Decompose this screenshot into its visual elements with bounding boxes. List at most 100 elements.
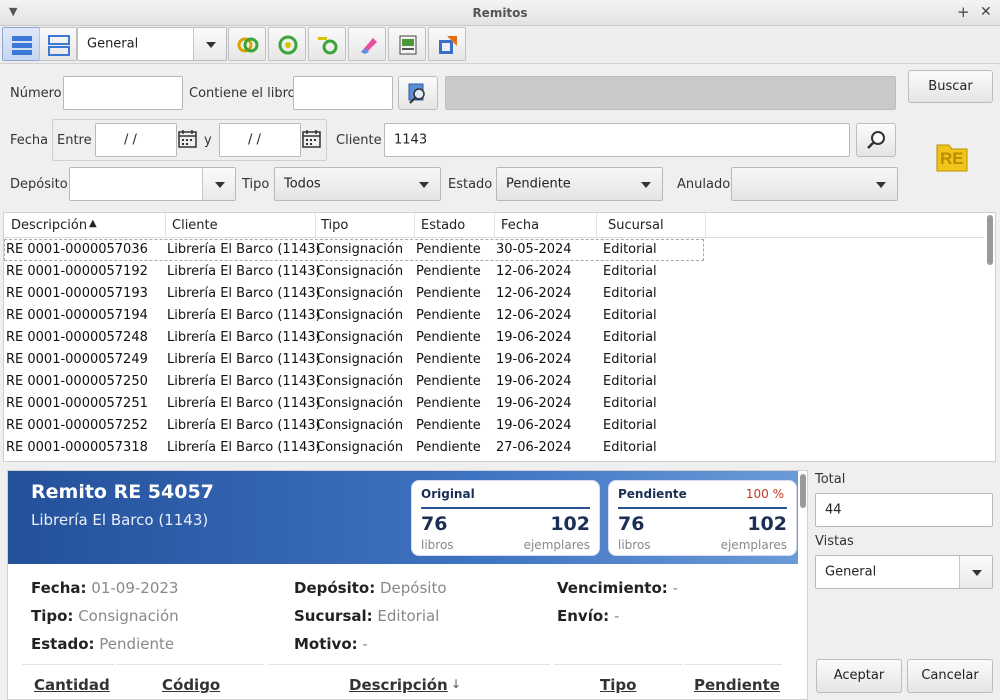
col-descripcion[interactable]: Descripción [11, 218, 87, 233]
pendiente-ejemplares: 102 [747, 513, 787, 535]
table-cell: RE 0001-0000057252 [6, 418, 148, 433]
table-cell: RE 0001-0000057250 [6, 374, 148, 389]
table-row[interactable]: RE 0001-0000057248 Librería El Barco (114… [4, 327, 984, 349]
calendar-icon-hasta[interactable] [302, 129, 322, 153]
original-card: Original 76 102 libros ejemplares [411, 480, 600, 556]
col-sucursal[interactable]: Sucursal [608, 218, 664, 233]
calendar-icon[interactable] [178, 129, 198, 153]
cliente-input[interactable]: 1143 [384, 123, 850, 157]
tipo-select[interactable]: Todos [274, 167, 441, 201]
table-row[interactable]: RE 0001-0000057192 Librería El Barco (114… [4, 261, 984, 283]
clear-filter-button[interactable] [308, 27, 346, 61]
eraser-icon [361, 38, 377, 54]
table-row[interactable]: RE 0001-0000057036 Librería El Barco (114… [4, 239, 704, 261]
rings-icon [237, 37, 259, 53]
link-button[interactable] [228, 27, 266, 61]
table-cell: Librería El Barco (1143) [167, 396, 321, 411]
deposito-field-value: Depósito [380, 579, 447, 597]
chevron-down-icon[interactable] [202, 168, 235, 200]
table-cell: Pendiente [416, 308, 481, 323]
col-tipo[interactable]: Tipo [321, 218, 348, 233]
table-cell: Librería El Barco (1143) [167, 374, 321, 389]
envio-field-label: Envío: [557, 607, 610, 625]
table-row[interactable]: RE 0001-0000057249 Librería El Barco (114… [4, 349, 984, 371]
close-icon[interactable]: ✕ [980, 4, 992, 20]
book-search-button[interactable] [398, 76, 438, 110]
pendiente-ejemplares-label: ejemplares [720, 538, 787, 552]
table-cell: Pendiente [416, 330, 481, 345]
buscar-button[interactable]: Buscar [908, 70, 993, 103]
deposito-select[interactable] [69, 167, 236, 201]
cliente-search-button[interactable] [856, 123, 896, 157]
target-button[interactable] [268, 27, 306, 61]
col-cantidad[interactable]: Cantidad [34, 676, 110, 694]
remitos-table: Descripción ▲ Cliente Tipo Estado Fecha … [3, 212, 996, 462]
contiene-libro-input[interactable] [293, 76, 393, 110]
col-pendiente[interactable]: Pendiente [694, 676, 780, 694]
print-preview-button[interactable] [388, 27, 426, 61]
chevron-down-icon[interactable] [864, 168, 897, 200]
table-cell: Pendiente [416, 374, 481, 389]
table-row[interactable]: RE 0001-0000057194 Librería El Barco (114… [4, 305, 984, 327]
motivo-field-value: - [362, 635, 368, 653]
export-button[interactable] [428, 27, 466, 61]
detail-subtitle: Librería El Barco (1143) [31, 511, 209, 529]
toolbar: General [0, 26, 1000, 64]
col-descripcion-detail[interactable]: Descripción [349, 676, 448, 694]
table-cell: Editorial [603, 330, 657, 345]
table-row[interactable]: RE 0001-0000057250 Librería El Barco (114… [4, 371, 984, 393]
anulado-select[interactable] [731, 167, 898, 201]
contiene-label: Contiene el libro [189, 86, 296, 101]
table-cell: Consignación [316, 242, 404, 257]
total-field[interactable]: 44 [815, 493, 993, 527]
table-row[interactable]: RE 0001-0000057251 Librería El Barco (114… [4, 393, 984, 415]
table-cell: Editorial [603, 440, 657, 455]
chevron-down-icon[interactable] [959, 556, 992, 588]
tipo-field-value: Consignación [78, 607, 179, 625]
table-cell: RE 0001-0000057251 [6, 396, 148, 411]
estado-field-label: Estado: [31, 635, 95, 653]
estado-select[interactable]: Pendiente [496, 167, 663, 201]
fecha-field: Fecha: 01-09-2023 [31, 579, 178, 597]
numero-input[interactable] [63, 76, 183, 110]
col-estado[interactable]: Estado [421, 218, 465, 233]
table-scrollbar[interactable] [987, 215, 993, 265]
original-ejemplares: 102 [550, 513, 590, 535]
maximize-icon[interactable]: + [957, 3, 970, 21]
original-libros: 76 [421, 513, 448, 535]
pendiente-libros: 76 [618, 513, 645, 535]
table-cell: Pendiente [416, 396, 481, 411]
view-split-button[interactable] [39, 27, 77, 61]
detail-scrollbar[interactable] [800, 474, 806, 508]
table-row[interactable]: RE 0001-0000057193 Librería El Barco (114… [4, 283, 984, 305]
window-title: Remitos [472, 6, 528, 20]
view-list-button[interactable] [2, 27, 40, 61]
table-row[interactable]: RE 0001-0000057318 Librería El Barco (114… [4, 437, 984, 459]
cancelar-button[interactable]: Cancelar [907, 659, 993, 693]
table-cell: Editorial [603, 418, 657, 433]
book-search-icon [408, 83, 425, 104]
target-icon [278, 35, 298, 55]
col-codigo[interactable]: Código [162, 676, 220, 694]
table-cell: 19-06-2024 [496, 330, 572, 345]
table-cell: RE 0001-0000057036 [6, 242, 148, 257]
aceptar-button[interactable]: Aceptar [816, 659, 902, 693]
fecha-hasta-input[interactable]: / / [219, 123, 301, 157]
table-row[interactable]: RE 0001-0000057252 Librería El Barco (114… [4, 415, 984, 437]
chevron-down-icon[interactable] [629, 168, 662, 200]
col-fecha[interactable]: Fecha [501, 218, 539, 233]
sucursal-field: Sucursal: Editorial [294, 607, 439, 625]
view-select[interactable]: General [77, 27, 227, 61]
fecha-desde-input[interactable]: / / [95, 123, 177, 157]
sort-down-icon: ↓ [451, 677, 462, 691]
table-cell: Librería El Barco (1143) [167, 286, 321, 301]
col-cliente[interactable]: Cliente [172, 218, 218, 233]
chevron-down-icon[interactable] [193, 28, 226, 60]
book-title-display [445, 76, 896, 110]
eraser-button[interactable] [348, 27, 386, 61]
remito-detail-panel: Remito RE 54057 Librería El Barco (1143)… [7, 470, 808, 700]
table-cell: RE 0001-0000057193 [6, 286, 148, 301]
vistas-select[interactable]: General [815, 555, 993, 589]
chevron-down-icon[interactable] [407, 168, 440, 200]
col-tipo-detail[interactable]: Tipo [600, 676, 636, 694]
